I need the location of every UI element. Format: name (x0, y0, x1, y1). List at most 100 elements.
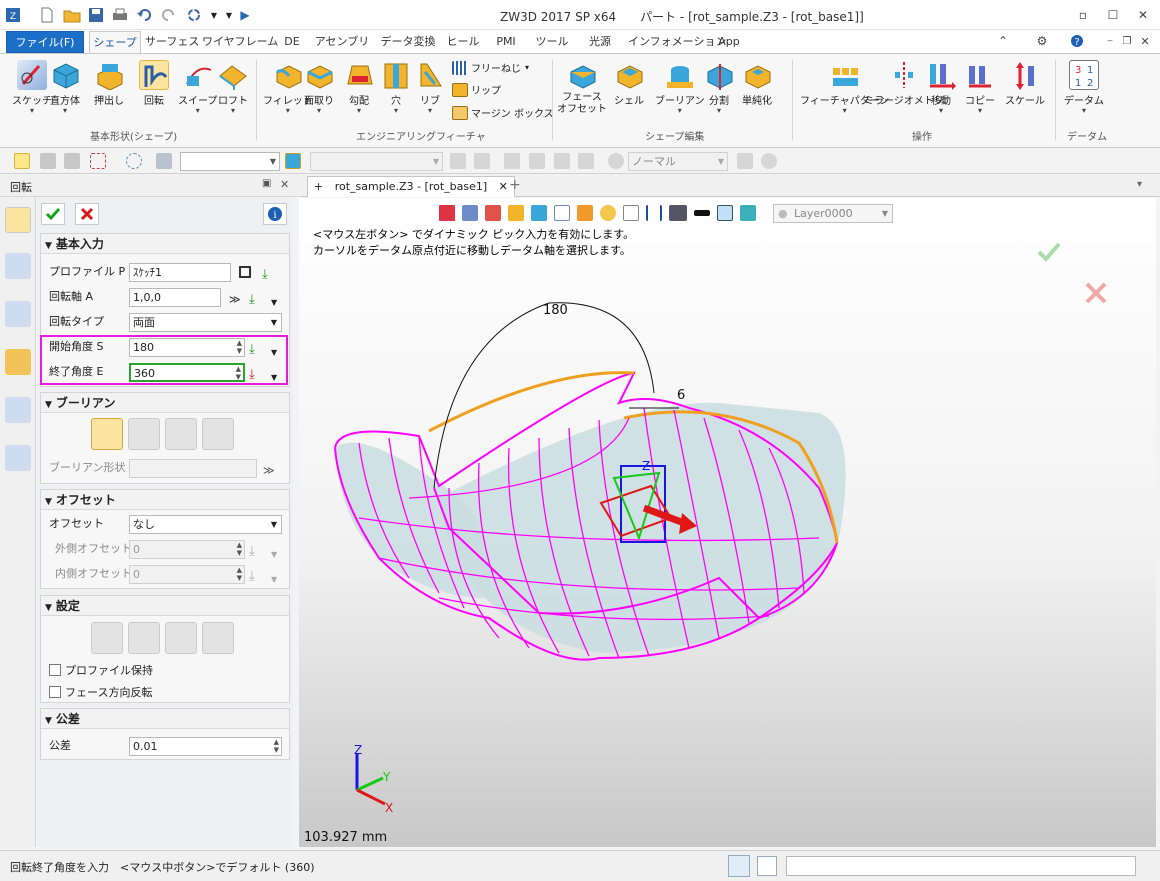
tab-file[interactable]: ファイル(F) (6, 31, 84, 53)
face-offset-button[interactable]: フェース オフセット (557, 60, 607, 116)
tab-wireframe[interactable]: ワイヤフレーム (202, 31, 278, 53)
sketch-button[interactable]: スケッチ ▾ (12, 60, 52, 115)
tab-de[interactable]: DE (279, 31, 305, 53)
move-button[interactable]: 移動 ▾ (926, 60, 956, 115)
boolean-base-icon[interactable] (91, 418, 123, 450)
gear-icon[interactable]: ⚙ (1027, 32, 1057, 50)
status-icon-a[interactable] (728, 855, 750, 877)
revolve-panel-tab-icon[interactable] (5, 207, 31, 233)
setting-b-icon[interactable] (128, 622, 160, 654)
info-button[interactable]: i (263, 203, 287, 225)
tab-assembly[interactable]: アセンブリ (312, 31, 372, 53)
section-settings-header[interactable]: ▼ 設定 (41, 596, 289, 616)
axis-input[interactable]: 1,0,0 (129, 288, 221, 307)
chevron-down-icon[interactable]: ▼ (271, 342, 285, 357)
tool-d-icon[interactable] (529, 153, 545, 169)
close-doc-icon[interactable]: ✕ (1130, 32, 1160, 50)
panel-close-icon[interactable]: ✕ (280, 178, 289, 191)
tab-data-conversion[interactable]: データ変換 (378, 31, 438, 53)
checkbox-box[interactable] (49, 686, 61, 698)
view-tab-icon[interactable] (5, 397, 31, 423)
profile-input[interactable]: ｽｹｯﾁ1 (129, 263, 231, 282)
tab-list-icon[interactable]: ▾ (1137, 179, 1142, 190)
print-icon[interactable] (111, 6, 129, 24)
boolean-intersect-icon[interactable] (202, 418, 234, 450)
split-button[interactable]: 分割 ▾ (704, 60, 734, 115)
outer-offset-input[interactable]: 0 ▲ ▼ (129, 540, 245, 559)
free-thread-button[interactable]: フリーねじ ▾ (452, 60, 529, 75)
history-tab-icon[interactable] (5, 253, 31, 279)
open-file-icon[interactable] (63, 6, 81, 24)
filter-icon[interactable] (156, 153, 172, 169)
scale-button[interactable]: スケール (1005, 60, 1045, 107)
document-tab[interactable]: + rot_sample.Z3 - [rot_base1] ✕ (307, 176, 515, 197)
tab-surface[interactable]: サーフェス (145, 31, 199, 53)
chevron-down-icon[interactable]: ▼ (271, 544, 285, 559)
draft-button[interactable]: 勾配 ▾ (344, 60, 374, 115)
end-angle-input[interactable]: 360 ▲ ▼ (129, 363, 245, 382)
box-select-icon[interactable] (90, 153, 106, 169)
close-icon[interactable]: ✕ (1128, 4, 1158, 26)
lasso-icon[interactable] (126, 153, 142, 169)
pick-green-icon[interactable]: ⤓ (249, 289, 263, 307)
3d-viewport[interactable]: ● Layer0000 ▼ <マウス左ボタン> でダイナミック ピック入力を有効… (299, 198, 1156, 847)
pin-icon[interactable]: + (314, 180, 323, 193)
settings-wheel-icon[interactable] (608, 153, 624, 169)
tree-tab-icon[interactable] (5, 301, 31, 327)
simplify-button[interactable]: 単純化 (742, 60, 772, 107)
spinner-icon[interactable]: ▲ ▼ (237, 541, 242, 557)
keep-profile-checkbox[interactable]: プロファイル保持 (49, 662, 153, 678)
section-tolerance-header[interactable]: ▼ 公差 (41, 709, 289, 729)
setting-a-icon[interactable] (91, 622, 123, 654)
reverse-face-checkbox[interactable]: フェース方向反転 (49, 684, 152, 700)
display-mode-combo[interactable]: ノーマル ▼ (628, 152, 728, 171)
new-tab-icon[interactable]: + (509, 177, 521, 193)
pick-combo[interactable]: ▼ (310, 152, 443, 171)
margin-box-button[interactable]: マージン ボックス (452, 105, 554, 120)
double-chevron-icon[interactable]: ≫ (229, 289, 243, 306)
spinner-icon[interactable]: ▲ ▼ (237, 566, 242, 582)
double-chevron-icon[interactable]: ≫ (263, 460, 277, 477)
revolve-button[interactable]: 回転 (139, 60, 169, 107)
remove-icon[interactable] (64, 153, 80, 169)
gear-tool-icon[interactable] (761, 153, 777, 169)
tool-b-icon[interactable] (474, 153, 490, 169)
tool-c-icon[interactable] (504, 153, 520, 169)
user-tab-icon[interactable] (5, 445, 31, 471)
offset-select[interactable]: なし ▼ (129, 515, 282, 534)
restore-down-small-icon[interactable]: ▫ (1068, 4, 1098, 26)
tool-e-icon[interactable] (554, 153, 570, 169)
pick-red-icon[interactable]: ⤓ (249, 364, 263, 382)
chevron-down-icon[interactable]: ▼ (271, 569, 285, 584)
datum-button[interactable]: 3112 データム ▾ (1064, 60, 1104, 115)
collapse-ribbon-icon[interactable]: ⌃ (988, 32, 1018, 50)
shell-button[interactable]: シェル (614, 60, 644, 107)
tab-pmi[interactable]: PMI (489, 31, 523, 53)
tab-close-icon[interactable]: ✕ (499, 180, 508, 193)
inner-offset-input[interactable]: 0 ▲ ▼ (129, 565, 245, 584)
setting-d-icon[interactable] (202, 622, 234, 654)
boolean-subtract-icon[interactable] (165, 418, 197, 450)
tolerance-input[interactable]: 0.01 ▲ ▼ (129, 737, 282, 756)
spinner-icon[interactable]: ▲ ▼ (274, 738, 279, 754)
maximize-icon[interactable]: ☐ (1098, 4, 1128, 26)
help-icon[interactable]: ? (1062, 32, 1092, 50)
pick-disabled-icon[interactable]: ⤓ (249, 566, 263, 584)
add-icon[interactable] (40, 153, 56, 169)
pick-green-icon[interactable]: ⤓ (249, 339, 263, 357)
loft-button[interactable]: ロフト ▾ (218, 60, 248, 115)
box-button[interactable]: 直方体 ▾ (50, 60, 80, 115)
chevron-down-icon[interactable]: ▼ (271, 367, 285, 382)
checkbox-box[interactable] (49, 664, 61, 676)
extrude-button[interactable]: 押出し (94, 60, 124, 107)
revolve-type-select[interactable]: 両面 ▼ (129, 313, 282, 332)
spinner-icon[interactable]: ▲ ▼ (237, 339, 242, 355)
redo-icon[interactable] (160, 6, 178, 24)
section-offset-header[interactable]: ▼ オフセット (41, 490, 289, 510)
cursor-icon[interactable] (578, 153, 594, 169)
play-icon[interactable]: ▶ (236, 6, 254, 24)
spinner-icon[interactable]: ▲ ▼ (236, 365, 241, 381)
chamfer-button[interactable]: 面取り ▾ (304, 60, 334, 115)
refresh-icon[interactable] (185, 6, 203, 24)
section-basic-header[interactable]: ▼ 基本入力 (41, 234, 289, 254)
